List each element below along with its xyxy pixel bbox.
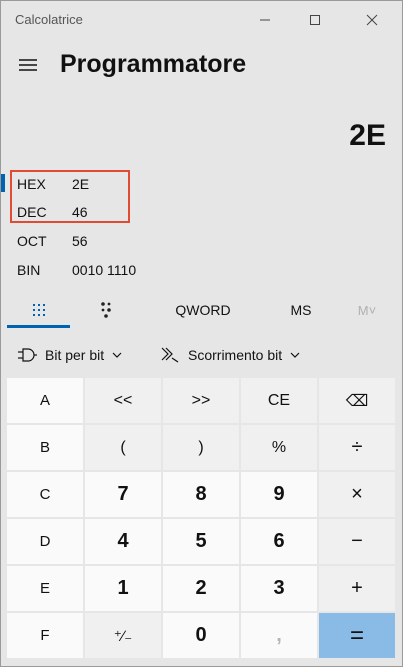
radix-row-oct[interactable]: OCT 56 [1, 227, 402, 255]
title-bar: Calcolatrice [1, 1, 402, 39]
bitwise-label: Bit per bit [45, 347, 105, 363]
key-right-shift[interactable]: >> [163, 378, 239, 423]
radix-label: BIN [17, 262, 41, 278]
key-open-paren[interactable]: ( [85, 425, 161, 470]
tab-full-keypad[interactable] [7, 293, 70, 327]
key-close-paren[interactable]: ) [163, 425, 239, 470]
key-4[interactable]: 4 [85, 519, 161, 564]
radix-row-dec[interactable]: DEC 46 [1, 198, 402, 226]
navigation-menu-button[interactable] [14, 51, 42, 79]
key-a[interactable]: A [7, 378, 83, 423]
key-left-shift[interactable]: << [85, 378, 161, 423]
radix-value: 56 [72, 233, 88, 249]
radix-value: 0010 1110 [72, 262, 137, 278]
radix-label: HEX [17, 176, 46, 192]
logic-gate-icon [17, 347, 37, 363]
app-title: Calcolatrice [15, 12, 83, 27]
keypad-tabs: QWORD MS M˅ [1, 293, 402, 329]
memory-store-button[interactable]: MS [269, 293, 333, 327]
key-clear-entry[interactable]: CE [241, 378, 317, 423]
key-8[interactable]: 8 [163, 472, 239, 517]
tab-bit-toggle-keypad[interactable] [75, 293, 138, 327]
chevron-down-icon [290, 352, 300, 358]
key-decimal[interactable]: , [241, 613, 317, 658]
maximize-button[interactable] [292, 1, 338, 39]
minimize-icon [260, 19, 270, 21]
key-7[interactable]: 7 [85, 472, 161, 517]
minimize-button[interactable] [242, 1, 288, 39]
radix-value: 2E [72, 176, 90, 192]
key-modulo[interactable]: % [241, 425, 317, 470]
key-backspace[interactable]: ⌫ [319, 378, 395, 423]
radix-value: 46 [72, 204, 88, 220]
bit-shift-label: Scorrimento bit [188, 347, 283, 363]
word-size-button[interactable]: QWORD [161, 293, 245, 327]
close-icon [366, 14, 378, 26]
key-5[interactable]: 5 [163, 519, 239, 564]
radix-row-bin[interactable]: BIN 0010 1110 [1, 256, 402, 284]
key-1[interactable]: 1 [85, 566, 161, 611]
bit-toggle-keypad-icon [100, 302, 111, 318]
key-0[interactable]: 0 [163, 613, 239, 658]
memory-list-button[interactable]: M˅ [339, 293, 395, 327]
key-subtract[interactable]: − [319, 519, 395, 564]
calculator-window: Calcolatrice Programmatore 2E HEX 2E DEC… [0, 0, 403, 667]
key-c[interactable]: C [7, 472, 83, 517]
key-f[interactable]: F [7, 613, 83, 658]
close-button[interactable] [349, 1, 395, 39]
key-b[interactable]: B [7, 425, 83, 470]
key-6[interactable]: 6 [241, 519, 317, 564]
bit-shift-dropdown[interactable]: Scorrimento bit [160, 341, 300, 369]
key-9[interactable]: 9 [241, 472, 317, 517]
key-add[interactable]: + [319, 566, 395, 611]
key-divide[interactable]: ÷ [319, 425, 395, 470]
active-tab-underline [7, 325, 70, 328]
chevron-down-icon [112, 352, 122, 358]
key-multiply[interactable]: × [319, 472, 395, 517]
hamburger-menu-icon [19, 59, 37, 71]
result-display: 2E [349, 119, 386, 152]
key-e[interactable]: E [7, 566, 83, 611]
bit-shift-icon [160, 346, 180, 364]
maximize-icon [310, 15, 320, 25]
radix-row-hex[interactable]: HEX 2E [1, 170, 402, 198]
bitwise-dropdown[interactable]: Bit per bit [17, 341, 122, 369]
key-equals[interactable]: = [319, 613, 395, 658]
radix-label: OCT [17, 233, 47, 249]
radix-label: DEC [17, 204, 47, 220]
mode-title: Programmatore [60, 50, 247, 78]
key-negate[interactable]: ⁺∕₋ [85, 613, 161, 658]
key-2[interactable]: 2 [163, 566, 239, 611]
key-3[interactable]: 3 [241, 566, 317, 611]
full-keypad-icon [32, 304, 45, 316]
keypad-grid: A << >> CE ⌫ B()% ÷ C 7 8 9 × D 4 5 6− E 1 2 3 + F ⁺∕₋ 0, = [7, 378, 395, 658]
key-d[interactable]: D [7, 519, 83, 564]
